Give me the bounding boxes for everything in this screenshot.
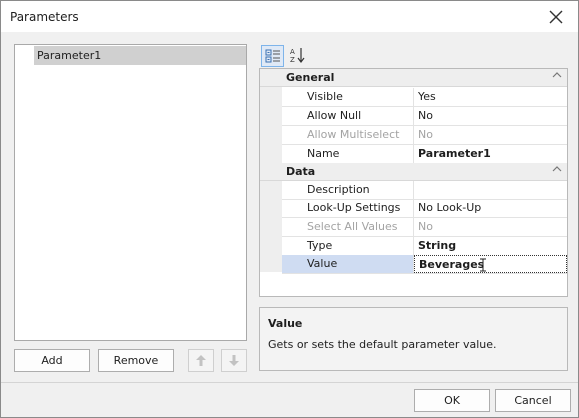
property-name: Visible (282, 88, 414, 106)
add-button-label: Add (41, 354, 63, 367)
category-general[interactable]: General (260, 69, 567, 87)
property-value: No (418, 220, 433, 233)
remove-button-label: Remove (113, 354, 159, 367)
arrow-up-icon (196, 355, 206, 366)
property-row-visible[interactable]: Visible Yes (282, 88, 567, 107)
svg-text:Z: Z (290, 56, 295, 63)
cancel-button-label: Cancel (514, 394, 552, 407)
chevron-up-icon[interactable] (552, 71, 562, 82)
move-up-button[interactable] (188, 349, 214, 372)
alphabetical-sort-button[interactable]: A Z (286, 45, 309, 67)
list-item-label: Parameter1 (37, 49, 102, 62)
list-item-parameter1[interactable]: Parameter1 (34, 46, 246, 65)
property-name: Description (282, 181, 414, 199)
arrow-down-icon (229, 355, 239, 366)
category-label: Data (286, 165, 316, 178)
value-editor-text: Beverages (419, 258, 485, 271)
property-name: Value (282, 255, 414, 273)
chevron-up-icon[interactable] (552, 165, 562, 176)
property-name: Select All Values (282, 218, 414, 236)
property-row-allow-multiselect: Allow Multiselect No (282, 126, 567, 145)
description-panel: Value Gets or sets the default parameter… (259, 307, 568, 371)
cancel-button[interactable]: Cancel (495, 389, 571, 412)
property-value[interactable]: No Look-Up (414, 199, 567, 217)
property-row-type[interactable]: Type String (282, 237, 567, 256)
ok-button-label: OK (444, 394, 460, 407)
close-button[interactable] (539, 4, 573, 30)
dialog-footer (1, 382, 578, 417)
title-bar: Parameters (1, 1, 578, 32)
property-name: Allow Multiselect (282, 126, 414, 144)
category-data[interactable]: Data (260, 163, 567, 181)
move-down-button[interactable] (221, 349, 247, 372)
parameters-dialog: Parameters Parameter1 Add Remove A Z Gen… (0, 0, 579, 418)
property-row-select-all-values: Select All Values No (282, 218, 567, 237)
add-button[interactable]: Add (14, 349, 90, 372)
categorized-view-icon (265, 49, 280, 63)
value-editor-input[interactable]: Beverages (414, 255, 567, 273)
property-name: Look-Up Settings (282, 199, 414, 217)
sort-alphabetical-icon: A Z (290, 48, 304, 64)
property-name: Name (282, 145, 414, 163)
property-value[interactable]: String (414, 237, 567, 255)
categorized-view-button[interactable] (261, 45, 284, 67)
category-label: General (286, 71, 335, 84)
property-value[interactable]: Parameter1 (414, 145, 567, 163)
property-value[interactable] (414, 181, 567, 199)
remove-button[interactable]: Remove (98, 349, 174, 372)
i-beam-cursor-icon (480, 258, 486, 272)
property-value[interactable]: Yes (414, 88, 567, 106)
close-icon (549, 10, 563, 24)
property-row-value[interactable]: Value Beverages (282, 255, 567, 274)
property-row-allow-null[interactable]: Allow Null No (282, 107, 567, 126)
svg-text:A: A (290, 48, 295, 56)
description-text: Gets or sets the default parameter value… (268, 338, 497, 351)
property-value: No (418, 128, 433, 141)
property-name: Type (282, 237, 414, 255)
window-title: Parameters (10, 10, 79, 24)
property-name: Allow Null (282, 107, 414, 125)
property-grid[interactable]: General Visible Yes Allow Null No Allow … (259, 68, 568, 297)
property-row-name[interactable]: Name Parameter1 (282, 145, 567, 164)
property-value[interactable]: No (414, 107, 567, 125)
property-row-lookup-settings[interactable]: Look-Up Settings No Look-Up (282, 199, 567, 218)
description-title: Value (268, 317, 303, 330)
ok-button[interactable]: OK (414, 389, 490, 412)
parameters-list[interactable]: Parameter1 (14, 44, 247, 341)
property-row-description[interactable]: Description (282, 181, 567, 200)
